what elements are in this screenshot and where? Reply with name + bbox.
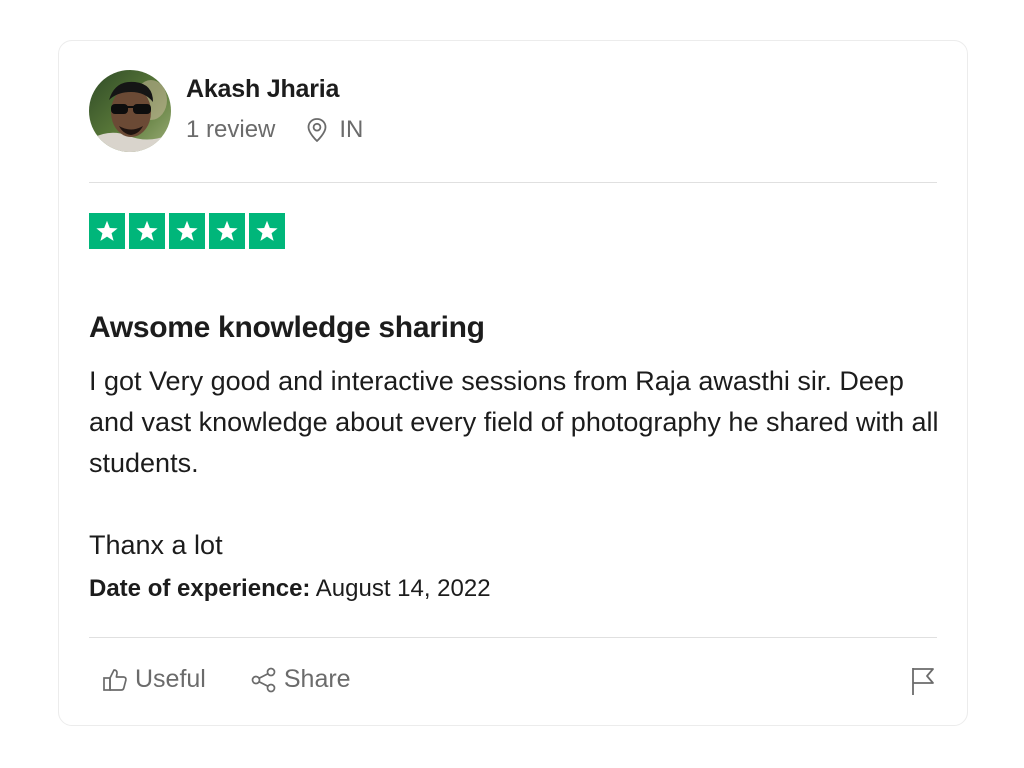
star-icon xyxy=(89,213,125,249)
reviewer-meta: 1 review IN xyxy=(186,116,363,144)
review-title[interactable]: Awsome knowledge sharing xyxy=(89,311,485,345)
share-label: Share xyxy=(283,665,351,693)
experience-date: August 14, 2022 xyxy=(315,575,491,602)
star-icon xyxy=(129,213,165,249)
star-icon xyxy=(169,213,205,249)
review-card: Akash Jharia 1 review IN Awsome knowledg… xyxy=(58,40,968,726)
header-divider xyxy=(89,182,937,183)
date-of-experience: Date of experience: August 14, 2022 xyxy=(89,575,491,603)
review-body-paragraph: Thanx a lot xyxy=(89,530,223,560)
location-pin-icon xyxy=(305,117,329,143)
footer-divider xyxy=(89,637,937,638)
avatar[interactable] xyxy=(89,70,171,152)
useful-label: Useful xyxy=(135,665,206,693)
reviewer-info: Akash Jharia 1 review IN xyxy=(186,74,363,144)
review-body: I got Very good and interactive sessions… xyxy=(89,361,949,566)
review-actions: Useful Share xyxy=(101,665,395,694)
review-body-paragraph: I got Very good and interactive sessions… xyxy=(89,366,939,478)
experience-label: Date of experience: xyxy=(89,575,311,602)
review-count: 1 review xyxy=(186,116,276,143)
reviewer-location: IN xyxy=(305,116,363,144)
avatar-image xyxy=(89,70,171,152)
location-country: IN xyxy=(339,116,364,143)
share-button[interactable]: Share xyxy=(250,665,351,694)
thumbs-up-icon xyxy=(101,666,129,694)
useful-button[interactable]: Useful xyxy=(101,665,206,694)
star-rating xyxy=(89,213,289,249)
flag-icon xyxy=(909,665,937,702)
share-icon xyxy=(250,666,278,694)
star-icon xyxy=(209,213,245,249)
reviewer-name[interactable]: Akash Jharia xyxy=(186,74,363,104)
report-button[interactable] xyxy=(909,665,937,702)
reviewer-header: Akash Jharia 1 review IN xyxy=(89,70,363,152)
star-icon xyxy=(249,213,285,249)
